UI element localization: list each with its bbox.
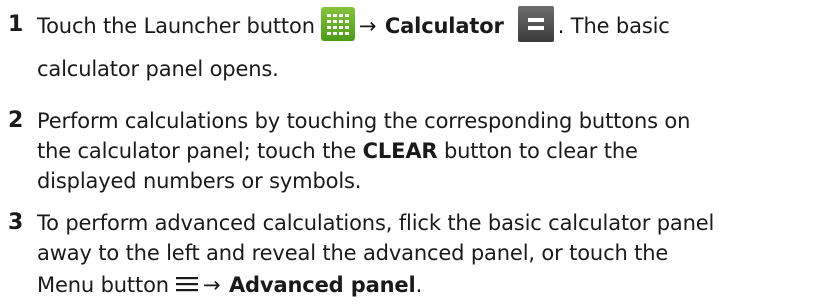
clear-label: CLEAR: [362, 139, 438, 163]
arrow-glyph: →: [358, 14, 377, 38]
calculator-label: Calculator: [384, 14, 504, 38]
step-3-line-3: Menu button → Advanced panel.: [37, 272, 422, 298]
step-3-line-2: away to the left and reveal the advanced…: [37, 241, 669, 265]
step-text: Menu button: [37, 273, 169, 297]
step-text: the calculator panel; touch the: [37, 139, 357, 163]
step-text: . The basic: [557, 14, 670, 38]
launcher-grid-icon: [320, 7, 355, 41]
step-2-line-2: the calculator panel; touch the CLEAR bu…: [37, 138, 638, 164]
step-2-line-3: displayed numbers or symbols.: [37, 169, 362, 193]
menu-icon: [175, 274, 199, 294]
step-text: .: [415, 273, 423, 297]
instruction-page: 1 Touch the Launcher button → Calculator…: [0, 0, 840, 304]
step-number: 3: [8, 210, 24, 235]
step-3-line-1: To perform advanced calculations, flick …: [37, 211, 715, 235]
step-1-line-2: calculator panel opens.: [37, 57, 279, 81]
step-1-line-1: Touch the Launcher button → Calculator .…: [37, 6, 670, 42]
advanced-panel-label: Advanced panel: [228, 273, 416, 297]
step-text: Touch the Launcher button: [37, 14, 315, 38]
step-2-line-1: Perform calculations by touching the cor…: [37, 109, 691, 133]
calculator-app-icon: [517, 6, 554, 42]
arrow-glyph: →: [202, 273, 221, 297]
step-number: 2: [8, 108, 24, 133]
step-number: 1: [8, 12, 24, 37]
step-text: button to clear the: [443, 139, 638, 163]
